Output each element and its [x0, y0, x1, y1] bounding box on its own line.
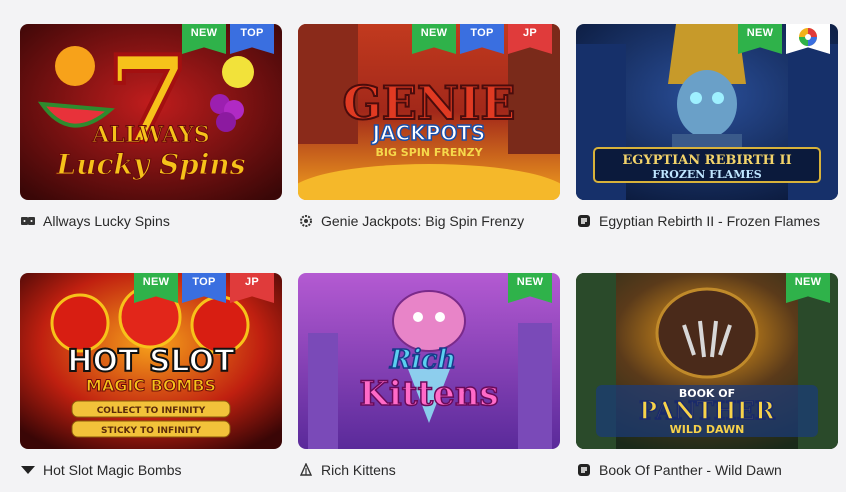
game-title-row: Book Of Panther - Wild Dawn: [576, 459, 838, 481]
game-title[interactable]: Allways Lucky Spins: [43, 213, 170, 229]
badge-group: NEW TOP JP: [412, 24, 552, 54]
game-thumbnail[interactable]: GENIE JACKPOTS BIG SPIN FRENZY NEW TOP J…: [298, 24, 560, 200]
game-title-row: Egyptian Rebirth II - Frozen Flames: [576, 210, 838, 232]
provider-s-icon: [576, 213, 592, 229]
art-subtitle: PANTHER: [639, 396, 776, 425]
new-badge: NEW: [786, 273, 830, 303]
game-card[interactable]: 7 ALLWAYS Lucky Spins NEW TOP Allways Lu…: [20, 24, 282, 232]
game-title[interactable]: Rich Kittens: [321, 462, 396, 478]
art-title: HOT SLOT: [67, 344, 235, 379]
art-subtitle-2: COLLECT TO INFINITY: [97, 406, 206, 416]
game-title[interactable]: Genie Jackpots: Big Spin Frenzy: [321, 213, 524, 229]
game-title[interactable]: Book Of Panther - Wild Dawn: [599, 462, 782, 478]
game-title-row: Hot Slot Magic Bombs: [20, 459, 282, 481]
art-title: EGYPTIAN REBIRTH II: [622, 153, 791, 168]
game-thumbnail[interactable]: HOT SLOT MAGIC BOMBS COLLECT TO INFINITY…: [20, 273, 282, 449]
art-subtitle-3: STICKY TO INFINITY: [101, 426, 202, 436]
new-badge: NEW: [738, 24, 782, 54]
game-thumbnail[interactable]: BOOK OF PANTHER WILD DAWN NEW: [576, 273, 838, 449]
game-thumbnail[interactable]: Rich Kittens NEW: [298, 273, 560, 449]
new-badge: NEW: [412, 24, 456, 54]
game-title-row: Allways Lucky Spins: [20, 210, 282, 232]
jp-badge: JP: [508, 24, 552, 54]
game-thumbnail[interactable]: EGYPTIAN REBIRTH II FROZEN FLAMES NEW: [576, 24, 838, 200]
provider-chevron-icon: [20, 462, 36, 478]
game-card[interactable]: EGYPTIAN REBIRTH II FROZEN FLAMES NEW Eg…: [576, 24, 838, 232]
top-badge: TOP: [460, 24, 504, 54]
game-thumbnail[interactable]: 7 ALLWAYS Lucky Spins NEW TOP: [20, 24, 282, 200]
art-title: Rich: [389, 345, 456, 375]
badge-group: NEW: [738, 24, 830, 54]
badge-group: NEW: [786, 273, 830, 303]
art-subtitle: MAGIC BOMBS: [86, 376, 216, 395]
game-title-row: Genie Jackpots: Big Spin Frenzy: [298, 210, 560, 232]
provider-dice-icon: [20, 213, 36, 229]
badge-group: NEW TOP: [182, 24, 274, 54]
new-badge: NEW: [134, 273, 178, 303]
provider-logo-badge: [786, 24, 830, 54]
game-title[interactable]: Hot Slot Magic Bombs: [43, 462, 182, 478]
game-card[interactable]: HOT SLOT MAGIC BOMBS COLLECT TO INFINITY…: [20, 273, 282, 481]
wheel-icon: [799, 28, 817, 46]
provider-s-icon: [576, 462, 592, 478]
provider-tree-icon: [298, 462, 314, 478]
game-card[interactable]: GENIE JACKPOTS BIG SPIN FRENZY NEW TOP J…: [298, 24, 560, 232]
art-subtitle: Kittens: [359, 374, 498, 414]
art-title: ALLWAYS: [91, 122, 209, 148]
game-card[interactable]: BOOK OF PANTHER WILD DAWN NEW Book Of Pa…: [576, 273, 838, 481]
new-badge: NEW: [508, 273, 552, 303]
art-subtitle: JACKPOTS: [371, 121, 486, 145]
art-subtitle-2: WILD DAWN: [670, 423, 745, 436]
jp-badge: JP: [230, 273, 274, 303]
game-title[interactable]: Egyptian Rebirth II - Frozen Flames: [599, 213, 820, 229]
game-card[interactable]: Rich Kittens NEW Rich Kittens: [298, 273, 560, 481]
badge-group: NEW: [508, 273, 552, 303]
provider-gear-icon: [298, 213, 314, 229]
art-subtitle: Lucky Spins: [55, 148, 245, 181]
badge-group: NEW TOP JP: [134, 273, 274, 303]
game-title-row: Rich Kittens: [298, 459, 560, 481]
new-badge: NEW: [182, 24, 226, 54]
top-badge: TOP: [182, 273, 226, 303]
top-badge: TOP: [230, 24, 274, 54]
art-subtitle: FROZEN FLAMES: [652, 168, 761, 181]
art-subtitle-2: BIG SPIN FRENZY: [375, 146, 483, 159]
